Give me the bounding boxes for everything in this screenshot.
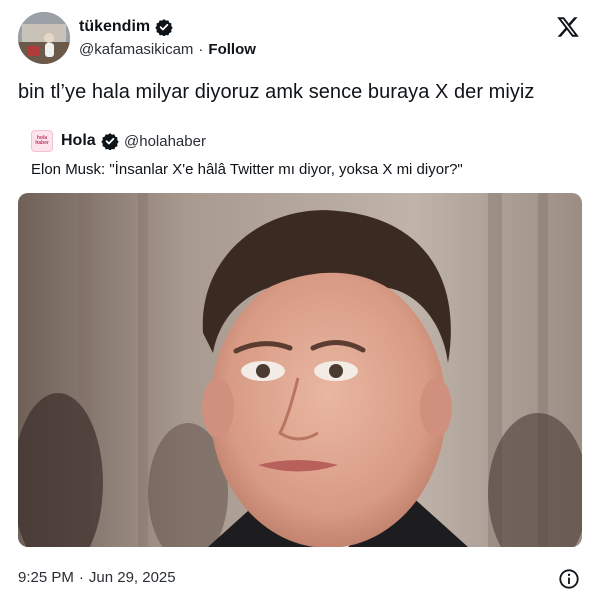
quoted-author-handle[interactable]: @holahaber xyxy=(124,133,206,150)
quoted-author-name-text[interactable]: Hola xyxy=(61,132,96,150)
quoted-tweet-text: Elon Musk: "İnsanlar X'e hâlâ Twitter mı… xyxy=(31,161,463,178)
x-logo-icon[interactable] xyxy=(555,14,581,40)
tweet-photo[interactable] xyxy=(18,193,582,547)
info-icon[interactable] xyxy=(558,568,580,590)
tweet-timestamp[interactable]: 9:25 PM · Jun 29, 2025 xyxy=(18,569,176,586)
separator-dot: · xyxy=(78,569,84,586)
tweet-date[interactable]: Jun 29, 2025 xyxy=(89,569,176,586)
quoted-avatar-text: hola haber xyxy=(35,135,49,146)
author-name-text[interactable]: tükendim xyxy=(79,18,150,36)
tweet-text: bin tl’ye hala milyar diyoruz amk sence … xyxy=(18,81,535,103)
follow-button[interactable]: Follow xyxy=(208,41,256,58)
verified-badge-icon xyxy=(100,133,119,150)
author-subline: @kafamasikicam · Follow xyxy=(79,41,256,58)
author-display-name[interactable]: tükendim xyxy=(79,18,173,36)
author-handle[interactable]: @kafamasikicam xyxy=(79,41,193,58)
author-avatar[interactable] xyxy=(18,12,70,64)
separator-dot: · xyxy=(198,41,204,58)
verified-badge-icon xyxy=(155,19,173,36)
quoted-author-avatar[interactable]: hola haber xyxy=(31,130,53,152)
tweet-time[interactable]: 9:25 PM xyxy=(18,569,74,586)
quoted-author-display-name[interactable]: Hola xyxy=(61,132,119,150)
